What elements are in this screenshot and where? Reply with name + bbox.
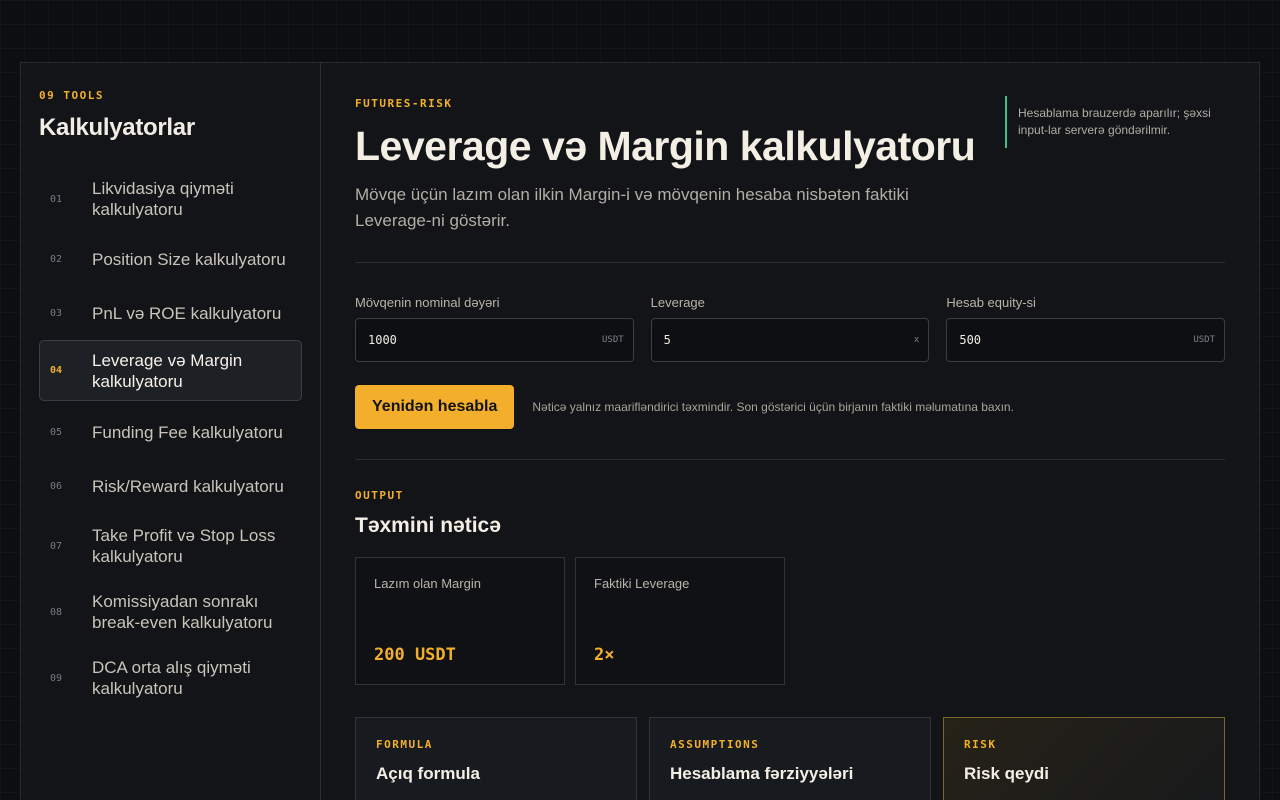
- sidebar-item-leverage-margin[interactable]: 04 Leverage və Margin kalkulyatoru: [39, 340, 302, 401]
- nominal-value-input[interactable]: [368, 333, 573, 347]
- card-value: 2×: [594, 645, 615, 665]
- action-row: Yenidən hesabla Nəticə yalnız maariflənd…: [355, 385, 1225, 429]
- sidebar-item-break-even[interactable]: 08 Komissiyadan sonrakı break-even kalku…: [39, 579, 302, 645]
- unit-label: x: [913, 335, 920, 345]
- sidebar-item-number: 06: [50, 480, 63, 492]
- panel-kicker: FORMULA: [376, 738, 433, 751]
- panel-kicker: RISK: [964, 738, 997, 751]
- sidebar-item-number: 09: [50, 672, 63, 684]
- divider: [355, 262, 1225, 263]
- card-label: Lazım olan Margin: [374, 576, 481, 591]
- panel-title: Hesablama fərziyyələri: [670, 764, 854, 783]
- panel-title: Risk qeydi: [964, 764, 1050, 783]
- input-box: x: [650, 318, 930, 362]
- nominal-value-field: Mövqenin nominal dəyəri USDT: [355, 295, 634, 362]
- sidebar-item-funding-fee[interactable]: 05 Funding Fee kalkulyatoru: [39, 405, 302, 459]
- recalculate-button[interactable]: Yenidən hesabla: [355, 385, 515, 429]
- sidebar-item-number: 01: [50, 193, 63, 205]
- page-subtitle: Mövqe üçün lazım olan ilkin Margin-i və …: [355, 185, 909, 230]
- panel-kicker: ASSUMPTIONS: [670, 738, 760, 751]
- risk-panel: RISK Risk qeydi: [943, 717, 1225, 800]
- sidebar-item-number: 03: [50, 307, 63, 319]
- app-frame: 09 TOOLS Kalkulyatorlar 01 Likvidasiya q…: [20, 62, 1260, 800]
- sidebar-item-number: 07: [50, 540, 63, 552]
- sidebar-item-label: Risk/Reward kalkulyatoru: [92, 476, 284, 496]
- leverage-field: Leverage x: [650, 295, 930, 362]
- card-value: 200 USDT: [374, 645, 456, 665]
- panel-title: Açıq formula: [376, 764, 480, 783]
- output-title: Təxmini nəticə: [355, 514, 501, 537]
- sidebar-item-label: Leverage və Margin kalkulyatoru: [92, 350, 243, 391]
- sidebar-item-tp-sl[interactable]: 07 Take Profit və Stop Loss kalkulyatoru: [39, 513, 302, 579]
- sidebar-item-number: 08: [50, 606, 63, 618]
- input-box: USDT: [355, 318, 634, 362]
- output-kicker: OUTPUT: [355, 489, 404, 502]
- input-box: USDT: [946, 318, 1226, 362]
- sidebar: 09 TOOLS Kalkulyatorlar 01 Likvidasiya q…: [21, 63, 321, 800]
- required-margin-card: Lazım olan Margin 200 USDT: [355, 557, 565, 685]
- sidebar-kicker: 09 TOOLS: [39, 89, 104, 102]
- card-label: Faktiki Leverage: [594, 576, 690, 591]
- sidebar-item-label: Funding Fee kalkulyatoru: [92, 422, 283, 442]
- unit-label: USDT: [1193, 335, 1216, 345]
- input-fields: Mövqenin nominal dəyəri USDT Leverage x …: [355, 295, 1226, 362]
- sidebar-item-dca[interactable]: 09 DCA orta alış qiyməti kalkulyatoru: [39, 645, 302, 711]
- sidebar-item-label: Likvidasiya qiyməti kalkulyatoru: [92, 179, 234, 219]
- sidebar-item-pnl-roe[interactable]: 03 PnL və ROE kalkulyatoru: [39, 286, 302, 340]
- divider: [355, 459, 1225, 460]
- sidebar-nav: 01 Likvidasiya qiyməti kalkulyatoru 02 P…: [39, 166, 302, 711]
- sidebar-title: Kalkulyatorlar: [39, 114, 195, 141]
- sidebar-item-label: DCA orta alış qiyməti kalkulyatoru: [92, 658, 251, 698]
- effective-leverage-card: Faktiki Leverage 2×: [575, 557, 785, 685]
- sidebar-item-number: 05: [50, 426, 63, 438]
- field-label: Mövqenin nominal dəyəri: [355, 295, 500, 310]
- sidebar-item-number: 02: [50, 253, 63, 265]
- equity-field: Hesab equity-si USDT: [946, 295, 1226, 362]
- leverage-input[interactable]: [663, 333, 869, 347]
- sidebar-item-number: 04: [50, 365, 63, 376]
- sidebar-item-label: PnL və ROE kalkulyatoru: [92, 303, 282, 323]
- unit-label: USDT: [601, 335, 624, 345]
- formula-panel: FORMULA Açıq formula: [355, 717, 637, 800]
- field-label: Leverage: [650, 295, 705, 310]
- disclaimer-text: Nəticə yalnız maarifləndirici təxmindir.…: [532, 400, 1014, 414]
- sidebar-item-label: Position Size kalkulyatoru: [92, 249, 286, 269]
- sidebar-item-label: Komissiyadan sonrakı break-even kalkulya…: [92, 592, 273, 632]
- field-label: Hesab equity-si: [946, 295, 1036, 310]
- sidebar-item-liquidation[interactable]: 01 Likvidasiya qiyməti kalkulyatoru: [39, 166, 302, 232]
- sidebar-item-risk-reward[interactable]: 06 Risk/Reward kalkulyatoru: [39, 459, 302, 513]
- assumptions-panel: ASSUMPTIONS Hesablama fərziyyələri: [649, 717, 931, 800]
- info-panels: FORMULA Açıq formula ASSUMPTIONS Hesabla…: [355, 717, 1225, 800]
- sidebar-item-position-size[interactable]: 02 Position Size kalkulyatoru: [39, 232, 302, 286]
- privacy-notice: Hesablama brauzerdə aparılır; şəxsi inpu…: [1005, 96, 1225, 148]
- result-cards: Lazım olan Margin 200 USDT Faktiki Lever…: [355, 557, 1225, 685]
- main-content: Hesablama brauzerdə aparılır; şəxsi inpu…: [321, 63, 1259, 800]
- sidebar-item-label: Take Profit və Stop Loss kalkulyatoru: [92, 526, 276, 566]
- equity-input[interactable]: [959, 333, 1164, 347]
